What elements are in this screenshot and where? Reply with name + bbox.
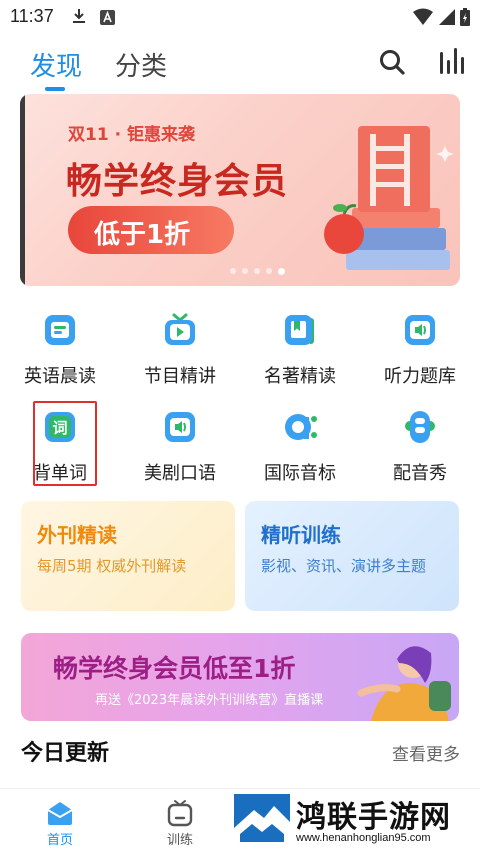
card-subtitle: 影视、资讯、演讲多主题 bbox=[261, 557, 427, 575]
banner-tag: 双11 · 钜惠来袭 bbox=[68, 125, 195, 145]
banner-dot-active[interactable] bbox=[278, 268, 285, 275]
student-illustration bbox=[357, 646, 451, 721]
home-icon bbox=[47, 802, 73, 825]
banner-discount-text: 低于1折 bbox=[94, 220, 191, 250]
feature-phonetics[interactable]: 国际音标 bbox=[240, 409, 360, 499]
feature-listening[interactable]: 听力题库 bbox=[360, 312, 480, 402]
feature-morning-reading[interactable]: 英语晨读 bbox=[0, 312, 120, 402]
top-tab-bar: 发现 分类 bbox=[0, 40, 480, 95]
feature-dubbing[interactable]: 配音秀 bbox=[360, 409, 480, 499]
download-icon bbox=[73, 9, 85, 23]
status-bar: 11:37 bbox=[0, 0, 480, 34]
status-time: 11:37 bbox=[10, 6, 54, 26]
banner-edge bbox=[20, 94, 25, 286]
watermark-url: www.henanhonglian95.com bbox=[296, 832, 431, 844]
promo-banner[interactable]: 畅学终身会员低至1折 再送《2023年晨读外刊训练营》直播课 bbox=[21, 633, 459, 721]
phonetics-icon bbox=[285, 414, 317, 440]
tab-discover[interactable]: 发现 bbox=[30, 46, 82, 83]
nav-label: 训练 bbox=[166, 833, 193, 848]
nav-label: 首页 bbox=[46, 833, 73, 848]
tab-category[interactable]: 分类 bbox=[115, 46, 167, 83]
card-intensive-listening[interactable]: 精听训练 影视、资讯、演讲多主题 bbox=[245, 501, 459, 611]
feature-label: 听力题库 bbox=[384, 366, 456, 387]
card-title: 外刊精读 bbox=[37, 523, 117, 547]
promo-title: 畅学终身会员低至1折 bbox=[53, 654, 296, 683]
see-more-link[interactable]: 查看更多 bbox=[392, 740, 460, 765]
banner-dot[interactable] bbox=[254, 268, 260, 274]
active-tab-indicator bbox=[45, 87, 65, 91]
banner-dot[interactable] bbox=[242, 268, 248, 274]
wifi-icon bbox=[413, 8, 433, 25]
nav-training[interactable]: 训练 bbox=[140, 789, 220, 852]
banner-dot[interactable] bbox=[266, 268, 272, 274]
stats-icon[interactable] bbox=[438, 46, 464, 76]
feature-label: 节目精讲 bbox=[144, 366, 216, 387]
feature-tv-speaking[interactable]: 美剧口语 bbox=[120, 409, 240, 499]
classics-icon bbox=[285, 315, 314, 345]
search-icon[interactable] bbox=[378, 48, 406, 76]
morning-reading-icon bbox=[45, 315, 75, 345]
highlight-annotation-box bbox=[33, 401, 97, 486]
watermark-logo-icon bbox=[234, 794, 290, 846]
banner-dot[interactable] bbox=[230, 268, 236, 274]
battery-icon bbox=[460, 8, 470, 26]
books-ladder-illustration bbox=[324, 126, 454, 270]
site-watermark: 鸿联手游网 www.henanhonglian95.com bbox=[232, 792, 480, 852]
card-foreign-press[interactable]: 外刊精读 每周5期 权威外刊解读 bbox=[21, 501, 235, 611]
a-notification-icon bbox=[100, 10, 115, 25]
feature-label: 名著精读 bbox=[264, 366, 336, 387]
section-title: 今日更新 bbox=[21, 741, 110, 766]
banner-pagination bbox=[230, 268, 285, 275]
listening-icon bbox=[405, 315, 435, 345]
feature-label: 国际音标 bbox=[264, 463, 336, 484]
feature-classics[interactable]: 名著精读 bbox=[240, 312, 360, 402]
watermark-title: 鸿联手游网 bbox=[296, 800, 451, 835]
feature-label: 美剧口语 bbox=[144, 463, 216, 484]
tv-speaking-icon bbox=[165, 412, 195, 442]
training-icon bbox=[167, 800, 193, 827]
feature-label: 英语晨读 bbox=[24, 366, 96, 387]
membership-banner[interactable]: 双11 · 钜惠来袭 畅学终身会员 低于1折 bbox=[20, 94, 460, 286]
banner-title: 畅学终身会员 bbox=[66, 161, 289, 202]
nav-home[interactable]: 首页 bbox=[20, 789, 100, 852]
signal-icon bbox=[439, 9, 455, 25]
card-subtitle: 每周5期 权威外刊解读 bbox=[37, 557, 187, 575]
feature-program[interactable]: 节目精讲 bbox=[120, 312, 240, 402]
program-icon bbox=[165, 313, 195, 345]
card-title: 精听训练 bbox=[261, 523, 341, 547]
dubbing-icon bbox=[405, 411, 435, 443]
promo-subtitle: 再送《2023年晨读外刊训练营》直播课 bbox=[95, 693, 324, 708]
feature-label: 配音秀 bbox=[393, 463, 447, 484]
